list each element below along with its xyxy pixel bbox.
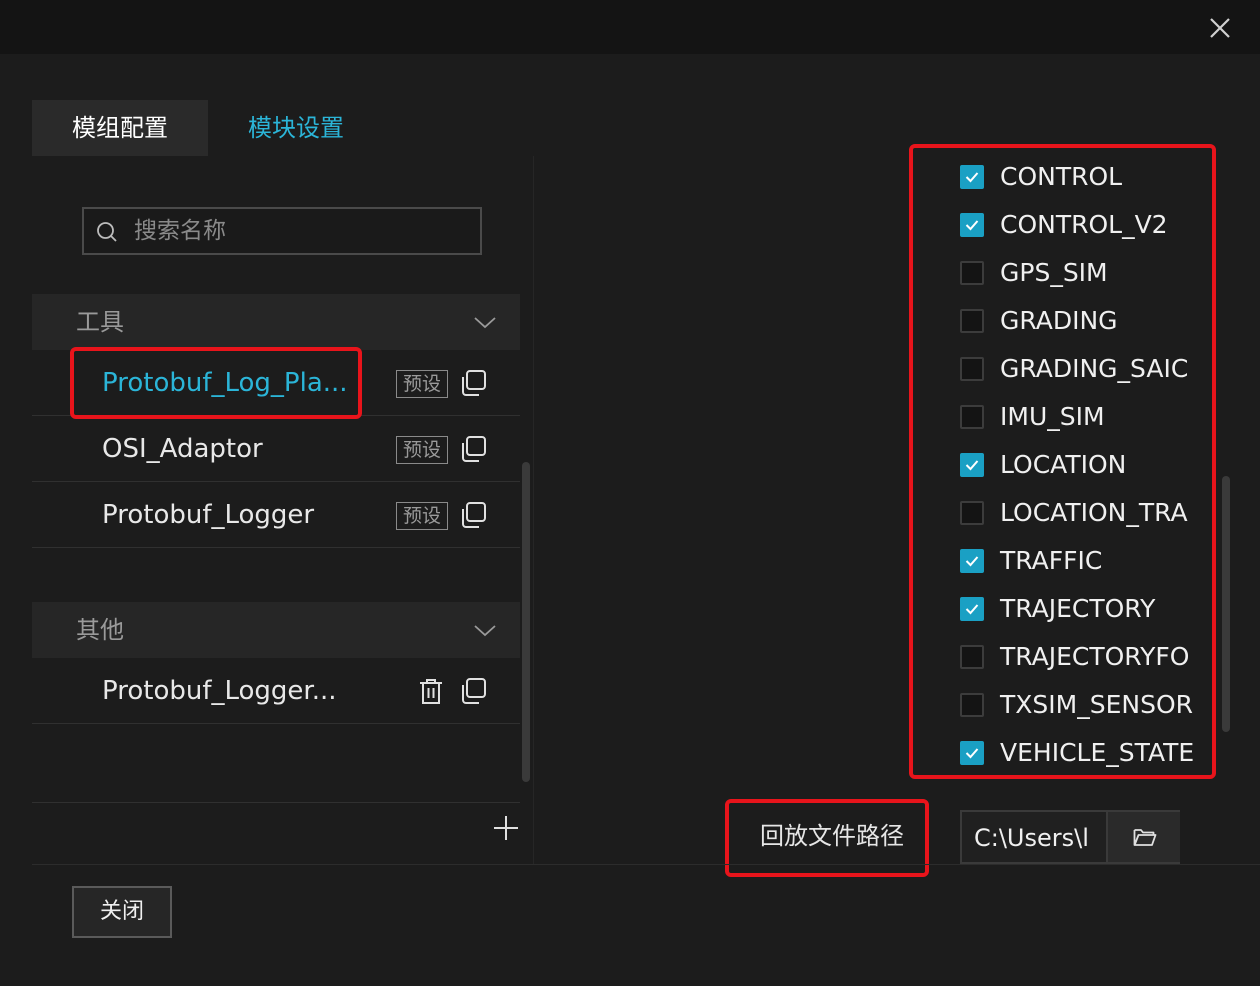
topic-label: TRAJECTORY [1000, 594, 1156, 623]
copy-icon[interactable] [458, 368, 488, 398]
close-icon[interactable] [1206, 14, 1234, 42]
group-header-tools[interactable]: 工具 [32, 294, 520, 350]
list-item[interactable]: OSI_Adaptor 预设 [32, 416, 520, 482]
module-name: Protobuf_Logger [102, 500, 315, 530]
topic-label: GRADING [1000, 306, 1118, 335]
checkbox[interactable] [960, 645, 984, 669]
playback-path-label: 回放文件路径 [760, 822, 904, 850]
close-button[interactable]: 关闭 [72, 886, 172, 938]
checkbox[interactable] [960, 549, 984, 573]
checkbox[interactable] [960, 741, 984, 765]
scrollbar[interactable] [1222, 476, 1230, 732]
plus-icon[interactable] [492, 814, 520, 842]
topic-checklist: CONTROL CONTROL_V2 GPS_SIM GRADING GRADI… [912, 147, 1212, 775]
chevron-down-icon[interactable] [472, 311, 498, 333]
topic-label: LOCATION_TRA [1000, 498, 1188, 527]
topic-label: TRAJECTORYFO [1000, 642, 1190, 671]
topic-item[interactable]: LOCATION_TRA [960, 487, 1200, 535]
module-name: Protobuf_Log_Pla... [102, 368, 348, 398]
search-box[interactable] [82, 207, 482, 255]
checkbox[interactable] [960, 261, 984, 285]
preset-badge: 预设 [396, 370, 448, 398]
topic-label: IMU_SIM [1000, 402, 1105, 431]
checkbox[interactable] [960, 597, 984, 621]
folder-icon [1133, 829, 1157, 846]
module-name: OSI_Adaptor [102, 434, 263, 464]
list-item[interactable]: Protobuf_Log_Pla... 预设 [32, 350, 520, 416]
tab-bar: 模组配置 模块设置 [32, 100, 384, 156]
group-title: 工具 [76, 308, 124, 336]
module-list-panel: 工具 Protobuf_Log_Pla... 预设 OSI_Adaptor 预设… [32, 156, 534, 864]
checkbox[interactable] [960, 405, 984, 429]
chevron-down-icon[interactable] [472, 619, 498, 641]
dialog-titlebar [0, 0, 1260, 54]
topic-item[interactable]: TRAJECTORYFO [960, 631, 1200, 679]
topic-label: CONTROL [1000, 162, 1123, 191]
topic-item[interactable]: TXSIM_SENSOR [960, 679, 1200, 727]
path-value[interactable]: C:\Users\l [974, 812, 1102, 864]
topic-label: CONTROL_V2 [1000, 210, 1168, 239]
topic-item[interactable]: LOCATION [960, 439, 1200, 487]
preset-badge: 预设 [396, 502, 448, 530]
list-item[interactable]: Protobuf_Logger 预设 [32, 482, 520, 548]
topic-item[interactable]: GRADING [960, 295, 1200, 343]
copy-icon[interactable] [458, 500, 488, 530]
topic-item[interactable]: GPS_SIM [960, 247, 1200, 295]
browse-button[interactable] [1106, 812, 1180, 862]
topic-label: GRADING_SAIC [1000, 354, 1189, 383]
playback-path-field[interactable]: C:\Users\l [960, 810, 1180, 864]
search-input[interactable] [134, 209, 474, 253]
topic-label: LOCATION [1000, 450, 1127, 479]
copy-icon[interactable] [458, 676, 488, 706]
topic-item[interactable]: GRADING_SAIC [960, 343, 1200, 391]
topic-item[interactable]: VEHICLE_STATE [960, 727, 1200, 775]
trash-icon[interactable] [416, 676, 446, 706]
topic-item[interactable]: CONTROL [960, 151, 1200, 199]
scrollbar[interactable] [522, 462, 530, 782]
preset-badge: 预设 [396, 436, 448, 464]
topic-item[interactable]: CONTROL_V2 [960, 199, 1200, 247]
list-item[interactable]: Protobuf_Logger... [32, 658, 520, 724]
checkbox[interactable] [960, 357, 984, 381]
checkbox[interactable] [960, 165, 984, 189]
topic-item[interactable]: IMU_SIM [960, 391, 1200, 439]
topic-label: TRAFFIC [1000, 546, 1103, 575]
checkbox[interactable] [960, 213, 984, 237]
tab-module-config[interactable]: 模组配置 [32, 100, 208, 156]
tab-module-settings[interactable]: 模块设置 [208, 100, 384, 156]
topic-item[interactable]: TRAFFIC [960, 535, 1200, 583]
group-title: 其他 [76, 616, 124, 644]
group-header-other[interactable]: 其他 [32, 602, 520, 658]
checkbox[interactable] [960, 501, 984, 525]
checkbox[interactable] [960, 693, 984, 717]
checkbox[interactable] [960, 309, 984, 333]
module-name: Protobuf_Logger... [102, 676, 337, 706]
search-icon [97, 222, 117, 242]
divider [32, 802, 520, 803]
checkbox[interactable] [960, 453, 984, 477]
topic-item[interactable]: TRAJECTORY [960, 583, 1200, 631]
topic-label: TXSIM_SENSOR [1000, 690, 1193, 719]
divider [32, 864, 1260, 865]
topic-label: VEHICLE_STATE [1000, 738, 1195, 767]
topic-label: GPS_SIM [1000, 258, 1108, 287]
copy-icon[interactable] [458, 434, 488, 464]
